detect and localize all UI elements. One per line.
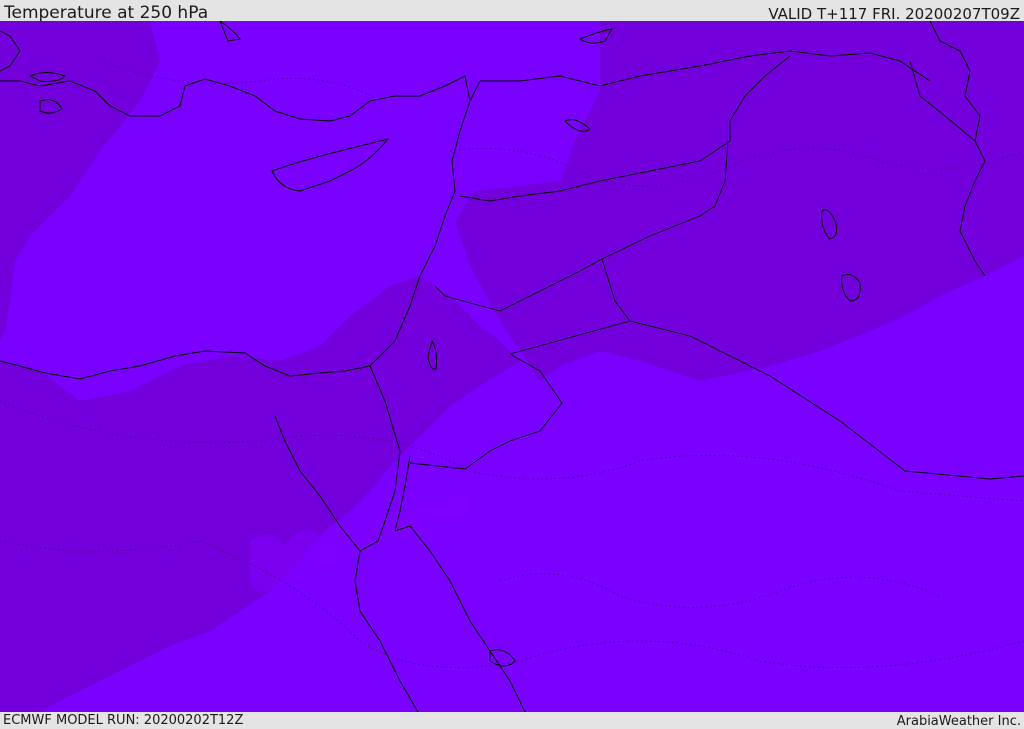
footer-bar: ECMWF MODEL RUN: 20200202T12Z ArabiaWeat… — [0, 712, 1024, 729]
header-bar: Temperature at 250 hPa VALID T+117 FRI. … — [0, 0, 1024, 23]
weather-map-page: Temperature at 250 hPa VALID T+117 FRI. … — [0, 0, 1024, 729]
map-canvas — [0, 21, 1024, 712]
credit-label: ArabiaWeather Inc. — [896, 714, 1021, 729]
model-run-label: ECMWF MODEL RUN: 20200202T12Z — [3, 713, 244, 728]
map-title: Temperature at 250 hPa — [4, 3, 209, 23]
temperature-map — [0, 21, 1024, 712]
